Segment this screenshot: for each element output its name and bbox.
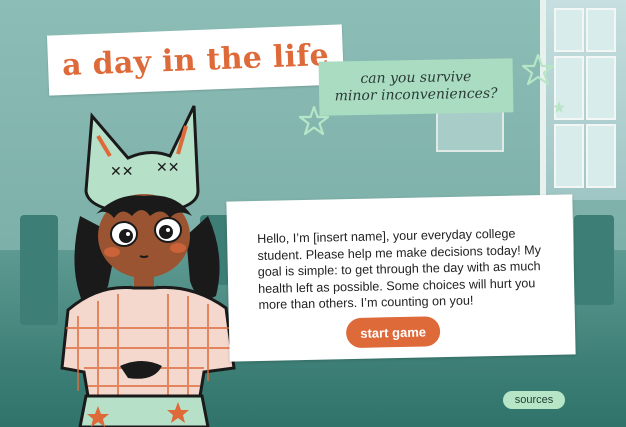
background-chair (20, 215, 58, 325)
title-card: a day in the life (46, 24, 345, 96)
game-title-screen: a day in the life can you survive minor … (0, 0, 626, 427)
subtitle-line-2: minor inconveniences? (334, 85, 498, 105)
sources-button[interactable]: sources (503, 391, 565, 409)
start-game-button[interactable]: start game (345, 316, 441, 349)
dialogue-box: Hello, I’m [insert name], your everyday … (226, 194, 576, 362)
svg-text:✕✕: ✕✕ (156, 160, 179, 176)
star-icon (553, 101, 565, 113)
intro-dialogue-text: Hello, I’m [insert name], your everyday … (257, 226, 542, 312)
star-icon (521, 53, 555, 86)
background-chair (574, 215, 614, 305)
background-whiteboard (436, 110, 504, 152)
subtitle-card: can you survive minor inconveniences? (318, 58, 514, 116)
student-character: ✕✕ ✕✕ (60, 105, 236, 427)
svg-text:✕✕: ✕✕ (110, 164, 133, 180)
subtitle-line-1: can you survive (360, 69, 472, 87)
game-title: a day in the life (61, 37, 330, 83)
